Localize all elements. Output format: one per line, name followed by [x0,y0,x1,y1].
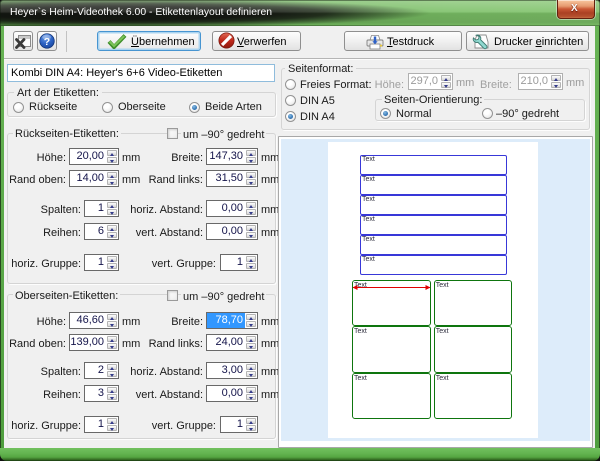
svg-text:?: ? [44,36,50,48]
